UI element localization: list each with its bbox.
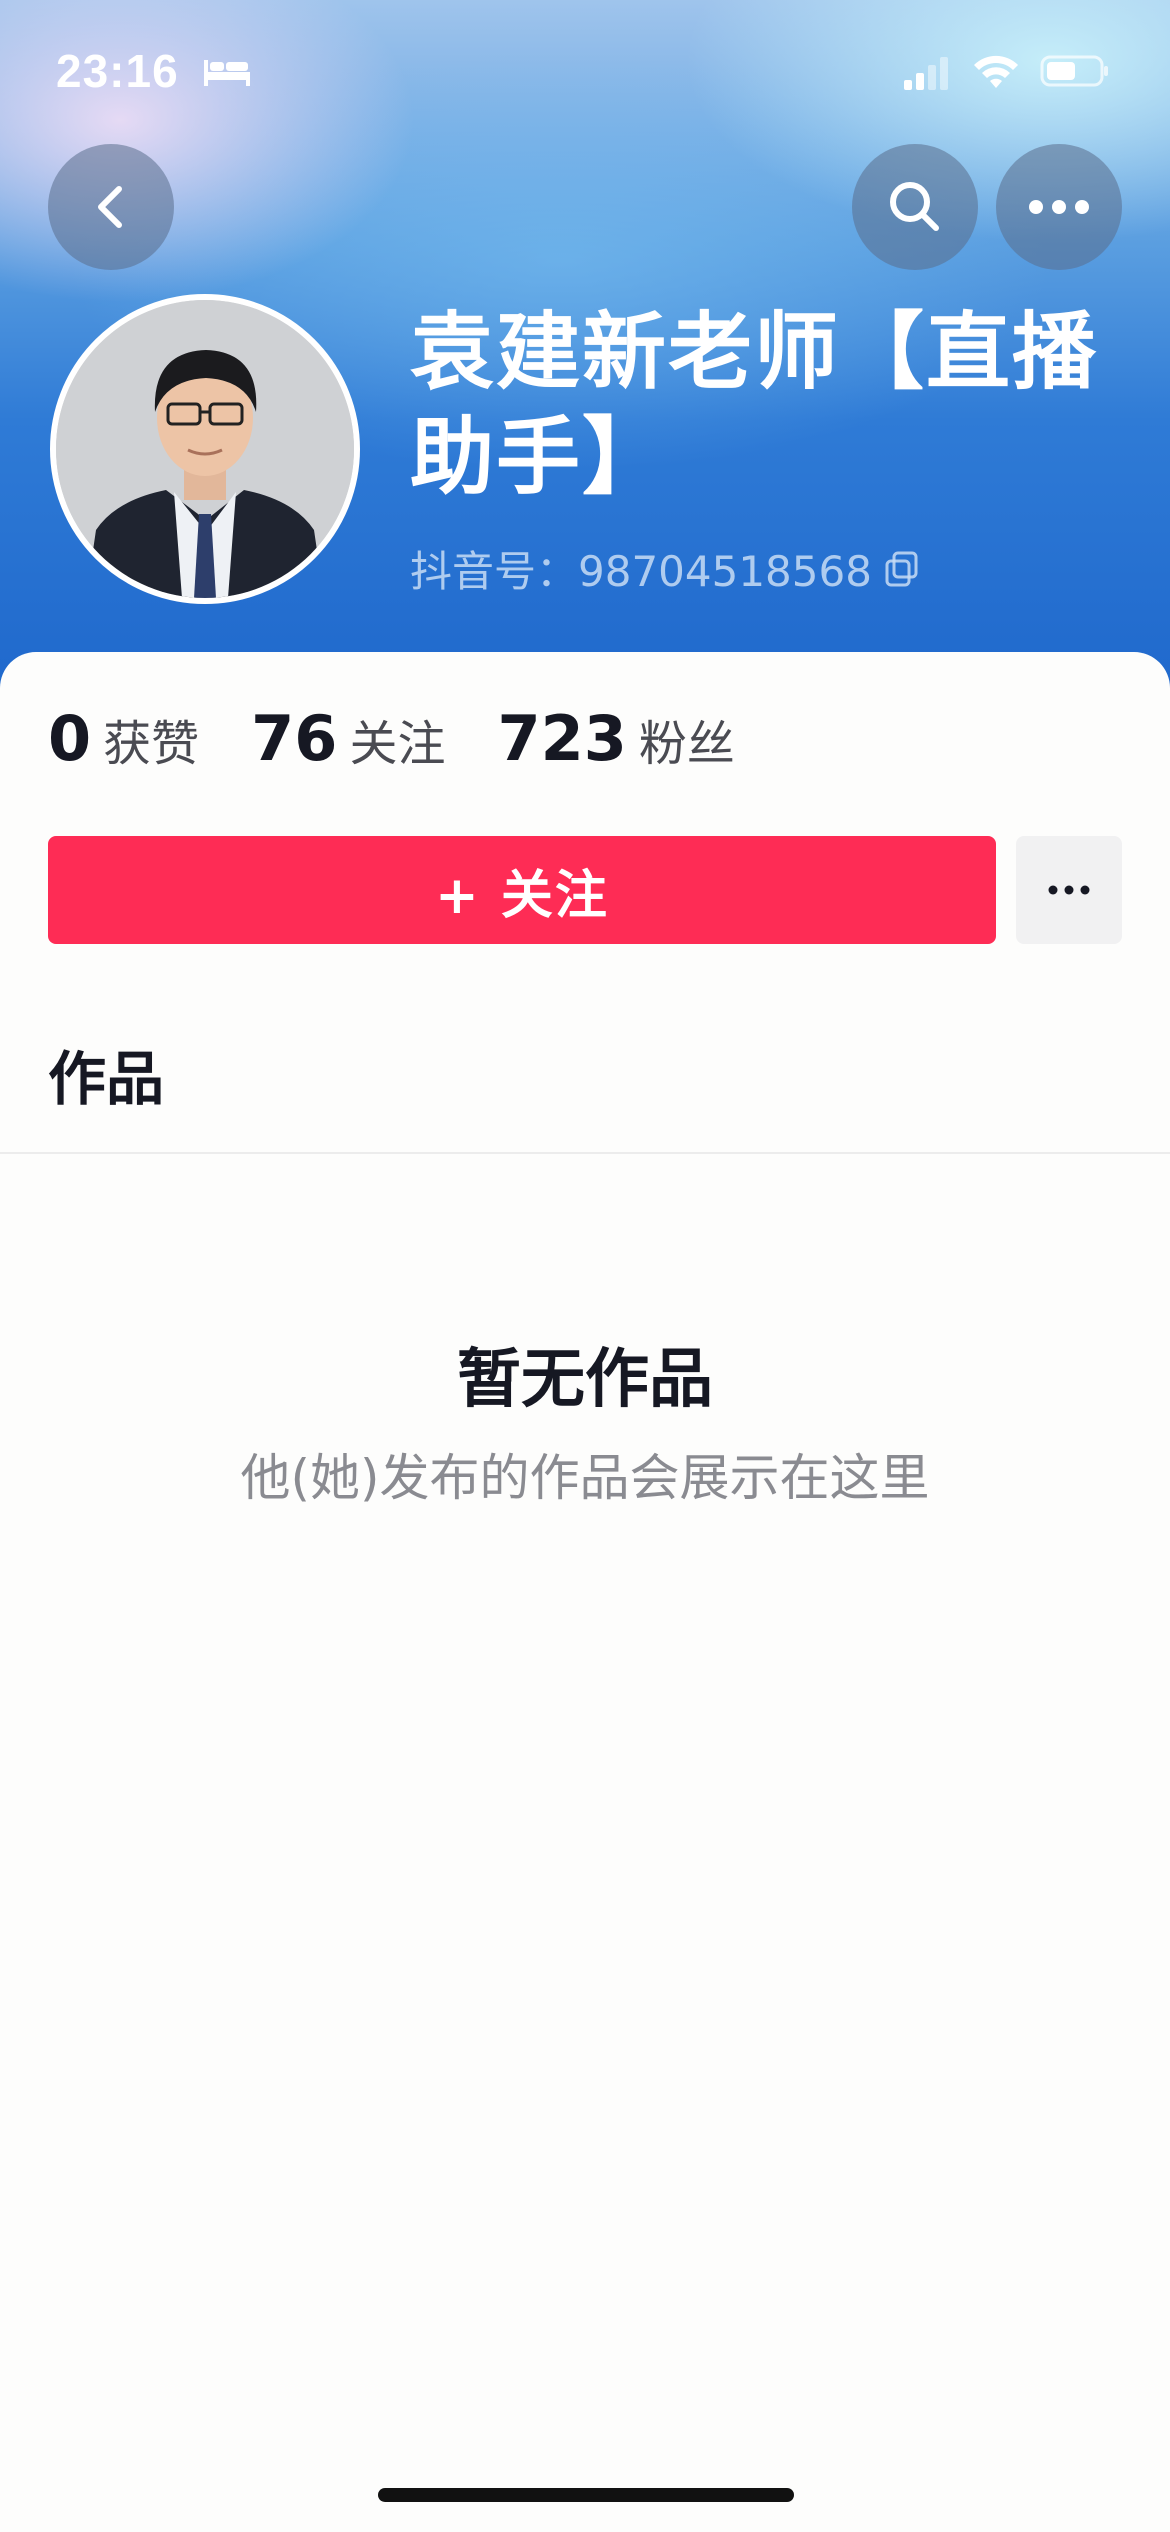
more-options-button[interactable]: [996, 144, 1122, 270]
signal-icon: [904, 57, 948, 90]
bed-icon: [204, 60, 250, 86]
follow-button[interactable]: + 关注: [48, 836, 996, 944]
battery-icon: [1040, 55, 1108, 87]
stat-value: 723: [497, 702, 627, 775]
copy-icon[interactable]: [882, 549, 922, 589]
stat-value: 0: [48, 702, 92, 775]
stat-label: 关注: [349, 716, 446, 772]
stat-label: 粉丝: [638, 716, 735, 772]
profile-name: 袁建新老师【直播助手】: [410, 303, 1099, 506]
avatar-photo: [56, 300, 354, 598]
empty-state-title: 暂无作品: [457, 1343, 713, 1417]
profile-header: 23:16 袁建新老师【直播助手】 抖音号：98704518568: [0, 0, 1170, 700]
stat-value: 76: [251, 702, 338, 775]
search-icon: [890, 182, 939, 231]
status-time: 23:16: [56, 45, 179, 97]
more-horizontal-icon: [1029, 200, 1089, 214]
douyin-id-text: 抖音号：98704518568: [410, 547, 872, 596]
chevron-left-icon: [98, 186, 122, 228]
stats-row: 0 获赞 76 关注 723 粉丝: [48, 702, 787, 775]
stat-followers[interactable]: 723 粉丝: [497, 702, 734, 775]
back-button[interactable]: [48, 144, 174, 270]
status-bar: 23:16: [0, 0, 1170, 150]
avatar[interactable]: [50, 294, 360, 604]
tab-works[interactable]: 作品: [48, 1032, 164, 1116]
divider: [0, 1152, 1170, 1154]
wifi-icon: [974, 55, 1018, 88]
more-horizontal-icon: [1048, 885, 1090, 895]
home-indicator[interactable]: [378, 2488, 794, 2502]
douyin-id: 抖音号：98704518568: [410, 538, 922, 599]
stat-label: 获赞: [103, 716, 200, 772]
empty-state-description: 他(她)发布的作品会展示在这里: [240, 1449, 930, 1507]
search-button[interactable]: [852, 144, 978, 270]
stat-likes[interactable]: 0 获赞: [48, 702, 199, 775]
stat-following[interactable]: 76 关注: [251, 702, 445, 775]
more-actions-button[interactable]: [1016, 836, 1122, 944]
profile-content: 0 获赞 76 关注 723 粉丝 + 关注 作品 暂无作品 他(她)发布的作品…: [0, 652, 1170, 2532]
